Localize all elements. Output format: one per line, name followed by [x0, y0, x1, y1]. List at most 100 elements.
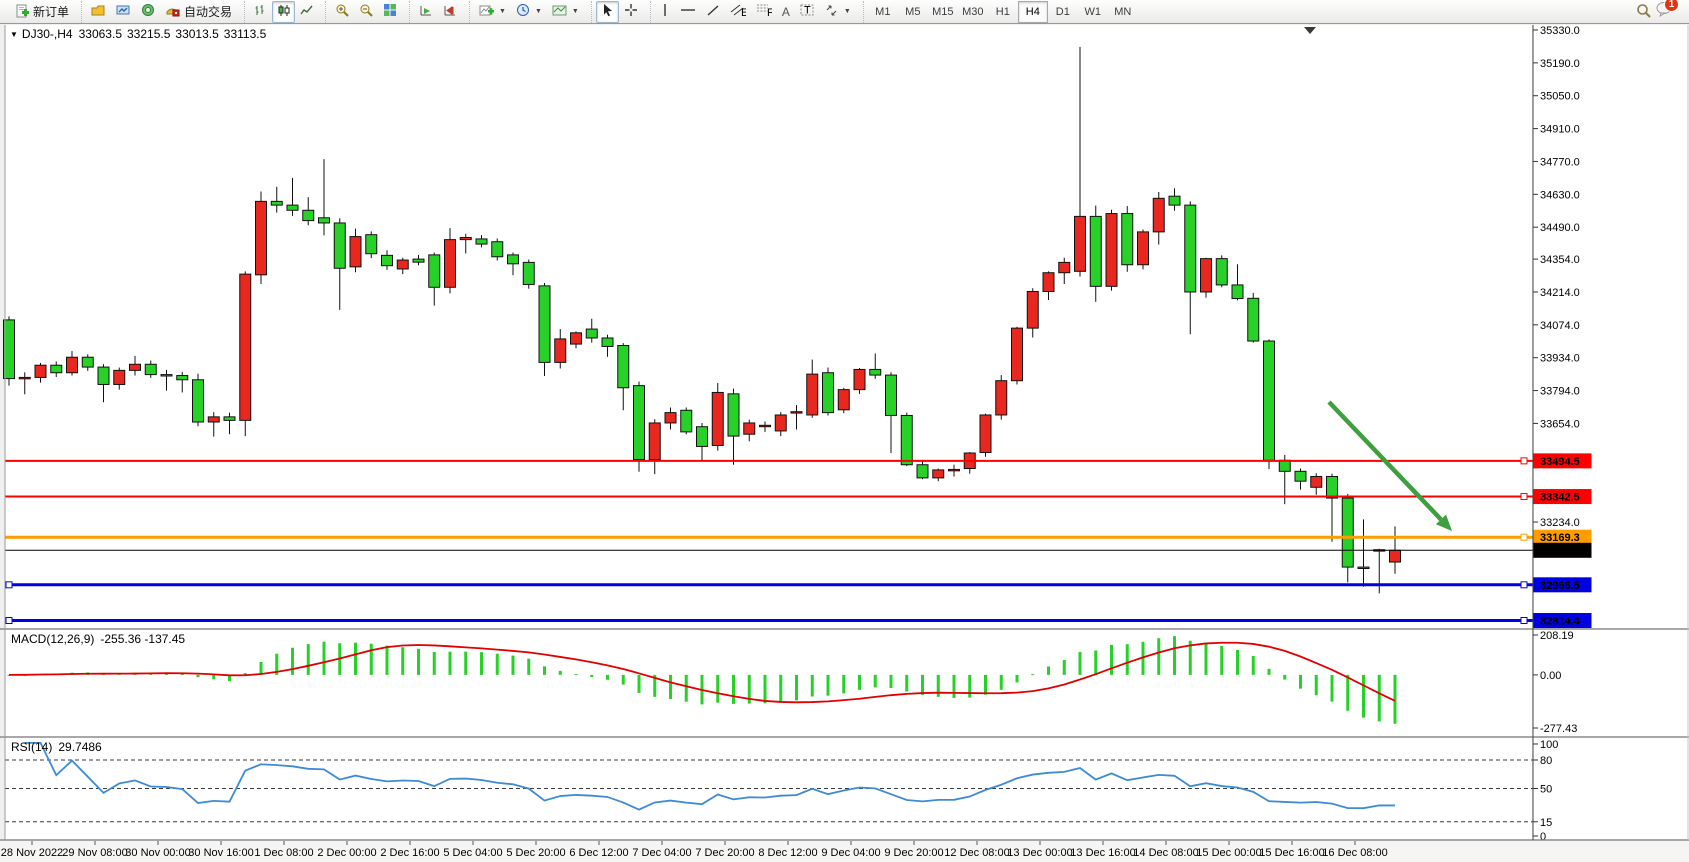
chart-canvas[interactable]: 35330.035190.035050.034910.034770.034630…	[0, 0, 1689, 862]
line-handle[interactable]	[6, 582, 12, 588]
timeframe-M30[interactable]: M30	[958, 1, 988, 23]
zoom-out-button[interactable]	[354, 1, 378, 23]
timeframe-group: M1M5M15M30H1H4D1W1MN	[863, 1, 1142, 23]
candle	[1122, 214, 1133, 265]
candle	[1342, 498, 1353, 567]
price-tick-label: 34354.0	[1540, 254, 1580, 266]
candlestick-icon	[277, 4, 290, 20]
macd-histogram-bar	[984, 675, 987, 695]
macd-histogram-bar	[1331, 675, 1334, 702]
price-tick-label: 33794.0	[1540, 386, 1580, 398]
macd-histogram-bar	[1157, 638, 1160, 675]
line-handle[interactable]	[1521, 458, 1527, 464]
candle	[1090, 216, 1101, 286]
text-tool-button[interactable]: A	[777, 1, 795, 23]
price-tick-label: 35050.0	[1540, 91, 1580, 103]
macd-histogram-bar	[307, 644, 310, 675]
cursor-tool-button[interactable]	[596, 1, 619, 23]
line-price-label: 33113.5	[1540, 545, 1579, 557]
timeframe-M15[interactable]: M15	[928, 1, 958, 23]
auto-trading-button[interactable]: 自动交易	[160, 1, 237, 23]
rsi-tick-label: 80	[1540, 755, 1552, 767]
tile-windows-button[interactable]	[378, 1, 402, 23]
bar-chart-icon	[254, 4, 267, 20]
fibonacci-tool-button[interactable]: F	[751, 1, 777, 23]
candlestick-chart-button[interactable]	[272, 1, 295, 23]
candle	[744, 423, 755, 434]
candle	[555, 339, 566, 362]
price-tick-label: 33654.0	[1540, 418, 1580, 430]
candle	[161, 375, 172, 376]
trendline-tool-button[interactable]	[701, 1, 725, 23]
candle	[949, 469, 960, 470]
channel-tool-button[interactable]: E	[725, 1, 751, 23]
new-order-button[interactable]: 新订单	[10, 1, 74, 23]
candle	[145, 364, 156, 374]
crosshair-tool-button[interactable]	[619, 1, 643, 23]
indicators-button[interactable]: ▼	[474, 1, 511, 23]
macd-histogram-bar	[1299, 675, 1302, 689]
macd-histogram-bar	[401, 647, 404, 675]
zoom-in-button[interactable]	[330, 1, 354, 23]
macd-values: -255.36 -137.45	[100, 632, 185, 646]
notifications-button[interactable]: 1	[1656, 1, 1673, 22]
symbol-title: DJ30-,H4	[22, 27, 73, 41]
candle	[1012, 328, 1023, 381]
arrows-tool-button[interactable]: ▼	[820, 1, 856, 23]
line-chart-button[interactable]	[295, 1, 318, 23]
periods-button[interactable]: ▼	[511, 1, 547, 23]
macd-histogram-bar	[669, 675, 672, 699]
time-tick-label: 2 Dec 16:00	[380, 847, 439, 859]
templates-icon	[552, 4, 567, 20]
arrows-caret-icon: ▼	[844, 8, 851, 15]
line-handle[interactable]	[1521, 534, 1527, 540]
templates-button[interactable]: ▼	[547, 1, 584, 23]
macd-name: MACD(12,26,9)	[11, 632, 94, 646]
indicators-icon	[479, 4, 494, 20]
timeframe-MN[interactable]: MN	[1108, 1, 1138, 23]
candle	[901, 415, 912, 464]
profiles-button[interactable]	[86, 1, 111, 23]
candle	[823, 373, 834, 413]
rsi-name: RSI(14)	[11, 740, 52, 754]
line-handle[interactable]	[6, 618, 12, 624]
vertical-line-tool-button[interactable]	[655, 1, 675, 23]
text-label-tool-button[interactable]: T	[795, 1, 820, 23]
auto-scroll-button[interactable]	[414, 1, 438, 23]
macd-histogram-bar	[1346, 675, 1349, 711]
macd-histogram-bar	[858, 675, 861, 690]
navigator-button[interactable]	[136, 1, 160, 23]
candle	[208, 417, 219, 422]
line-handle[interactable]	[1521, 494, 1527, 500]
time-tick-label: 14 Dec 08:00	[1133, 847, 1198, 859]
rsi-tick-label: 15	[1540, 817, 1552, 829]
candle	[1216, 259, 1227, 285]
macd-histogram-bar	[575, 674, 578, 675]
candle	[1075, 216, 1086, 271]
macd-histogram-bar	[1126, 644, 1129, 675]
horizontal-line-tool-button[interactable]	[675, 1, 701, 23]
timeframe-W1[interactable]: W1	[1078, 1, 1108, 23]
macd-histogram-bar	[1205, 643, 1208, 675]
macd-histogram-bar	[212, 675, 215, 679]
line-price-label: 33342.5	[1540, 492, 1580, 504]
timeframe-H1[interactable]: H1	[988, 1, 1018, 23]
timeframe-M1[interactable]: M1	[868, 1, 898, 23]
candle	[917, 465, 928, 478]
bar-chart-button[interactable]	[249, 1, 272, 23]
candle	[1295, 471, 1306, 481]
symbol-collapse-icon[interactable]: ▼	[10, 30, 18, 39]
timeframe-M5[interactable]: M5	[898, 1, 928, 23]
price-tick-label: 34630.0	[1540, 189, 1580, 201]
macd-histogram-bar	[1394, 675, 1397, 724]
chart-shift-button[interactable]	[438, 1, 462, 23]
rsi-tick-label: 0	[1540, 831, 1546, 843]
macd-histogram-bar	[386, 646, 389, 675]
search-button[interactable]	[1631, 1, 1656, 23]
candle	[1327, 476, 1338, 498]
timeframe-D1[interactable]: D1	[1048, 1, 1078, 23]
line-handle[interactable]	[1521, 582, 1527, 588]
timeframe-H4[interactable]: H4	[1018, 1, 1048, 23]
market-watch-button[interactable]	[111, 1, 136, 23]
line-handle[interactable]	[1521, 618, 1527, 624]
